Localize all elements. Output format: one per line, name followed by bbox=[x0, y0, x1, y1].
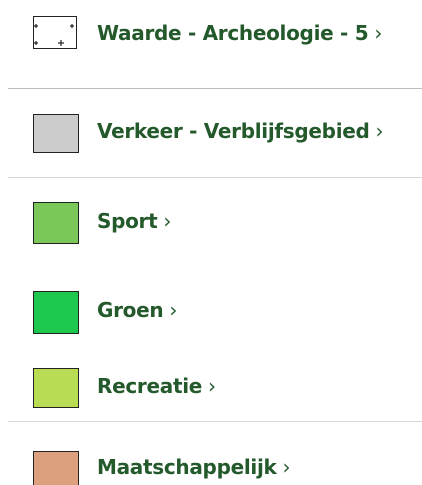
divider bbox=[8, 421, 422, 422]
groen-color-swatch bbox=[33, 291, 79, 334]
legend-item-waarde-archeologie[interactable]: Waarde - Archeologie - 5 › bbox=[0, 11, 422, 55]
legend-panel: Waarde - Archeologie - 5 › Verkeer - Verb… bbox=[0, 0, 422, 485]
legend-item-label: Groen › bbox=[97, 298, 178, 322]
chevron-right-icon: › bbox=[169, 298, 178, 322]
chevron-right-icon: › bbox=[163, 209, 172, 233]
divider bbox=[8, 88, 422, 89]
legend-item-verkeer-verblijfsgebied[interactable]: Verkeer - Verblijfsgebied › bbox=[0, 108, 422, 153]
chevron-right-icon: › bbox=[375, 119, 384, 143]
chevron-right-icon: › bbox=[374, 21, 383, 45]
recreatie-color-swatch bbox=[33, 368, 79, 408]
legend-item-label: Sport › bbox=[97, 209, 172, 233]
legend-item-maatschappelijk[interactable]: Maatschappelijk › bbox=[0, 441, 422, 485]
legend-item-groen[interactable]: Groen › bbox=[0, 286, 422, 334]
legend-item-recreatie[interactable]: Recreatie › bbox=[0, 363, 422, 408]
sport-color-swatch bbox=[33, 202, 79, 244]
legend-item-label: Verkeer - Verblijfsgebied › bbox=[97, 119, 384, 143]
maatschappelijk-color-swatch bbox=[33, 451, 79, 485]
archeology-pattern-icon bbox=[33, 16, 77, 49]
legend-item-label: Waarde - Archeologie - 5 › bbox=[97, 21, 383, 45]
legend-item-label: Maatschappelijk › bbox=[97, 455, 291, 479]
divider bbox=[8, 177, 422, 178]
legend-item-sport[interactable]: Sport › bbox=[0, 197, 422, 244]
legend-item-label: Recreatie › bbox=[97, 374, 216, 398]
chevron-right-icon: › bbox=[282, 455, 291, 479]
chevron-right-icon: › bbox=[208, 374, 216, 398]
verkeer-color-swatch bbox=[33, 114, 79, 153]
